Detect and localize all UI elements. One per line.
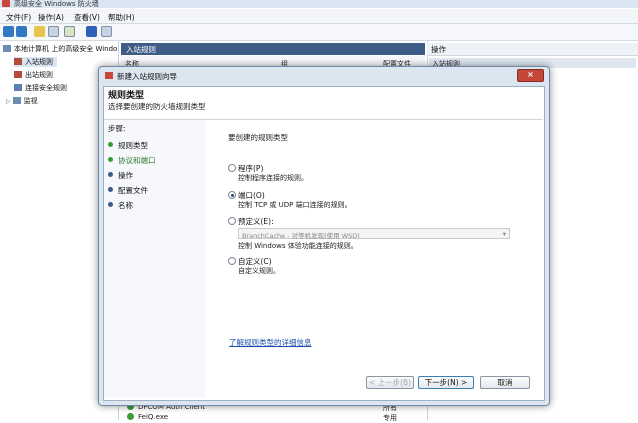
steps-label: 步骤: — [108, 124, 126, 133]
dialog-titlebar[interactable]: 新建入站规则向导 — [103, 69, 543, 83]
next-button[interactable]: 下一步(N) > — [418, 376, 474, 389]
tree-item-label: 连接安全规则 — [25, 84, 67, 92]
chevron-down-icon: ▾ — [502, 230, 506, 238]
rule-type-question: 要创建的规则类型 — [228, 133, 288, 142]
step-protocol-port[interactable]: 协议和端口 — [108, 155, 156, 166]
tree-item-inbound[interactable]: 入站规则 — [14, 57, 57, 67]
middle-pane-title: 入站规则 — [126, 45, 156, 54]
toolbar — [0, 24, 638, 41]
tree-item-label: 监视 — [23, 97, 38, 105]
inbound-rules-icon — [14, 58, 22, 65]
step-label: 名称 — [118, 201, 133, 210]
tree-item-monitor[interactable]: ▷ 监视 — [6, 96, 38, 106]
option-custom-desc: 自定义规则。 — [238, 267, 280, 275]
tree-root-label: 本地计算机 上的高级安全 Windo — [14, 45, 118, 53]
connection-security-icon — [14, 84, 22, 91]
properties-icon[interactable] — [101, 26, 112, 37]
monitor-icon — [12, 97, 21, 104]
tree-item-label: 出站规则 — [25, 71, 53, 79]
step-action[interactable]: 操作 — [108, 170, 133, 181]
tree-root[interactable]: 本地计算机 上的高级安全 Windo — [3, 44, 117, 54]
actions-header: 操作 — [427, 43, 638, 56]
back-button[interactable]: < 上一步(B) — [366, 376, 414, 389]
predefined-select-value: BranchCache - 对等机发现(使用 WSD) — [242, 232, 360, 240]
close-icon[interactable]: × — [517, 69, 544, 82]
radio-predefined[interactable] — [228, 217, 236, 225]
step-title: 规则类型 — [108, 91, 145, 101]
predefined-select[interactable]: BranchCache - 对等机发现(使用 WSD) ▾ — [238, 228, 510, 240]
step-icon — [108, 187, 113, 192]
radio-program[interactable] — [228, 164, 236, 172]
radio-custom[interactable] — [228, 257, 236, 265]
actions-title: 操作 — [431, 45, 446, 54]
firewall-app-icon — [2, 0, 10, 7]
forward-arrow-icon[interactable] — [16, 26, 27, 37]
expand-arrow-icon[interactable]: ▷ — [6, 98, 11, 105]
step-current-icon — [108, 142, 113, 147]
folder-icon[interactable] — [34, 26, 45, 37]
outbound-rules-icon — [14, 71, 22, 78]
step-label: 协议和端口 — [118, 156, 156, 165]
learn-more-link[interactable]: 了解规则类型的详细信息 — [229, 337, 312, 348]
menu-file[interactable]: 文件(F) — [6, 12, 31, 23]
menu-help[interactable]: 帮助(H) — [108, 12, 135, 23]
option-program-desc: 控制程序连接的规则。 — [238, 174, 308, 182]
back-arrow-icon[interactable] — [3, 26, 14, 37]
window-title: 高级安全 Windows 防火墙 — [14, 0, 99, 8]
step-rule-type[interactable]: 规则类型 — [108, 140, 148, 151]
cancel-button[interactable]: 取消 — [480, 376, 530, 389]
step-label: 规则类型 — [118, 141, 148, 150]
menu-action[interactable]: 操作(A) — [38, 12, 64, 23]
step-icon — [108, 172, 113, 177]
middle-pane-header: 入站规则 — [121, 43, 425, 55]
tree-item-outbound[interactable]: 出站规则 — [14, 70, 53, 80]
help-icon[interactable] — [86, 26, 97, 37]
step-label: 配置文件 — [118, 186, 148, 195]
dialog-title: 新建入站规则向导 — [117, 72, 177, 81]
enabled-check-icon — [127, 413, 134, 420]
export-icon[interactable] — [64, 26, 75, 37]
wizard-icon — [105, 72, 113, 79]
step-name[interactable]: 名称 — [108, 200, 133, 211]
tree-item-connection-security[interactable]: 连接安全规则 — [14, 83, 67, 93]
step-profile[interactable]: 配置文件 — [108, 185, 148, 196]
table-row[interactable]: FeiQ.exe 专用 — [121, 413, 425, 423]
console-icon[interactable] — [48, 26, 59, 37]
step-label: 操作 — [118, 171, 133, 180]
option-predefined-label[interactable]: 预定义(E): — [238, 216, 274, 227]
step-icon — [108, 157, 113, 162]
step-icon — [108, 202, 113, 207]
option-port-desc: 控制 TCP 或 UDP 端口连接的规则。 — [238, 201, 352, 209]
radio-port[interactable] — [228, 191, 236, 199]
rule-profile: 专用 — [383, 414, 397, 422]
menu-bar: 文件(F) 操作(A) 查看(V) 帮助(H) — [0, 9, 638, 24]
window-titlebar: 高级安全 Windows 防火墙 — [0, 0, 638, 8]
tree-item-label: 入站规则 — [25, 58, 53, 66]
step-description: 选择要创建的防火墙规则类型 — [108, 102, 206, 111]
menu-view[interactable]: 查看(V) — [74, 12, 100, 23]
computer-icon — [3, 45, 11, 52]
option-predefined-desc: 控制 Windows 体验功能连接的规则。 — [238, 242, 358, 250]
